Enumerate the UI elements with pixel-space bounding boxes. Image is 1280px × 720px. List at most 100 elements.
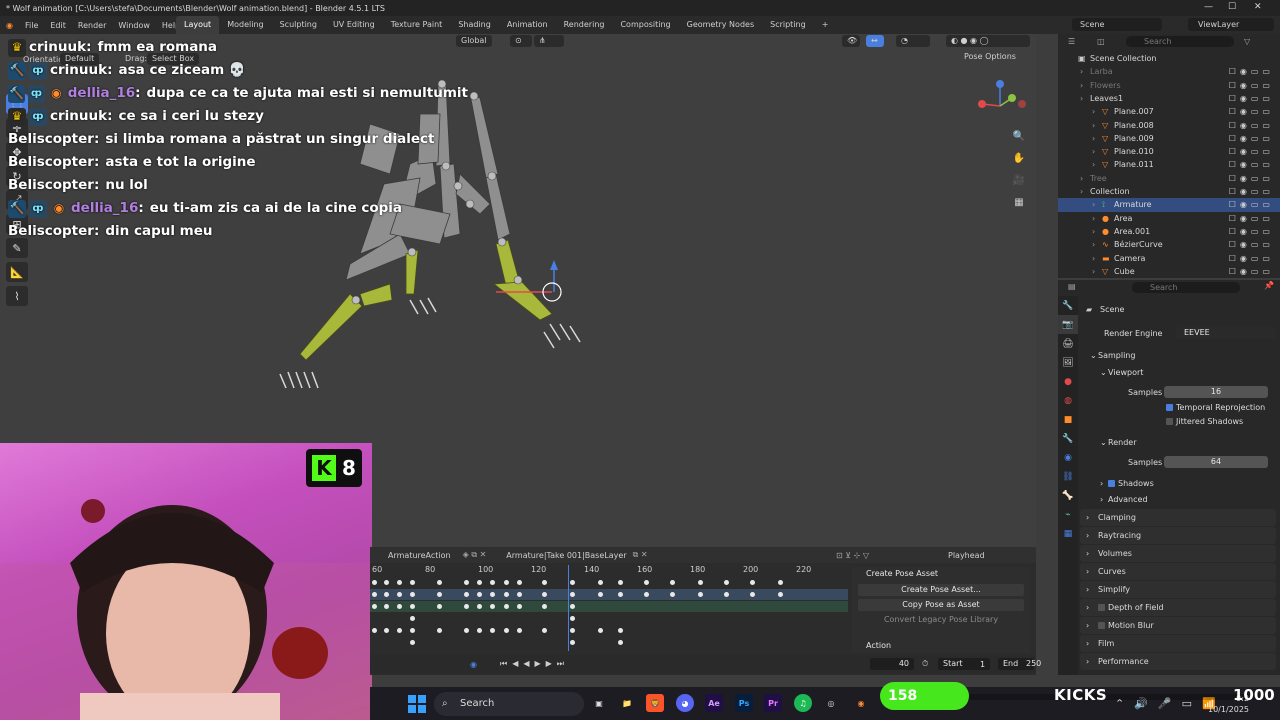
- keyframe[interactable]: [570, 640, 575, 645]
- properties-editor[interactable]: ▤ Search 📌 🔧 📷 🖨 🖼 ● ◍ ■ 🔧 ◉ ⛓ 🦴 ⌁ ▦ ▰ S…: [1058, 280, 1280, 675]
- keyframe[interactable]: [410, 628, 415, 633]
- task-view-icon[interactable]: ▣: [590, 694, 608, 712]
- outliner-row[interactable]: › ▽ Plane.007 ☐◉▭▭: [1058, 105, 1280, 118]
- playhead-line[interactable]: [568, 565, 569, 651]
- pivot-icon[interactable]: ⊙: [510, 35, 532, 47]
- navigation-gizmo[interactable]: [972, 74, 1028, 130]
- keyframe-channels[interactable]: [370, 577, 850, 660]
- camera-view-icon[interactable]: 🎥: [1010, 172, 1028, 188]
- brave-browser-icon[interactable]: 🦁: [646, 694, 664, 712]
- advanced-chevron-icon[interactable]: ›: [1100, 495, 1103, 504]
- start-value[interactable]: 1: [980, 660, 985, 669]
- keyframe[interactable]: [598, 592, 603, 597]
- visibility-toggles-icon[interactable]: ☐◉▭▭: [1229, 265, 1274, 278]
- chat-username[interactable]: Beliscopter: [8, 151, 94, 174]
- tab-texture-paint[interactable]: Texture Paint: [383, 16, 451, 34]
- blender-taskbar-icon[interactable]: ◉: [852, 694, 870, 712]
- outliner-search[interactable]: Search: [1126, 36, 1234, 47]
- keyframe[interactable]: [397, 628, 402, 633]
- pose-options-button[interactable]: Pose Options: [964, 52, 1016, 61]
- gizmo-toggle-icon[interactable]: ↔: [866, 35, 884, 47]
- chat-username[interactable]: Beliscopter: [8, 128, 94, 151]
- keyframe-channel[interactable]: [370, 625, 848, 636]
- world-tab-icon[interactable]: ◍: [1058, 391, 1078, 410]
- visibility-icon[interactable]: 👁: [842, 35, 860, 47]
- keyframe[interactable]: [618, 640, 623, 645]
- photoshop-icon[interactable]: Ps: [735, 694, 753, 712]
- file-explorer-icon[interactable]: 📁: [618, 694, 636, 712]
- keyframe[interactable]: [464, 592, 469, 597]
- expand-chevron-icon[interactable]: ›: [1080, 92, 1083, 105]
- modifiers-tab-icon[interactable]: 🔧: [1058, 429, 1078, 448]
- keyframe[interactable]: [490, 592, 495, 597]
- x-axis-icon[interactable]: [978, 100, 986, 108]
- outliner-row[interactable]: › ▽ Cube ☐◉▭▭: [1058, 265, 1280, 278]
- spotify-icon[interactable]: ♫: [794, 694, 812, 712]
- keyframe[interactable]: [504, 592, 509, 597]
- layer-close-icon[interactable]: ⧉ ✕: [633, 550, 648, 560]
- outliner-row[interactable]: › ▽ Plane.011 ☐◉▭▭: [1058, 158, 1280, 171]
- data-tab-icon[interactable]: 🦴: [1058, 486, 1078, 505]
- expand-chevron-icon[interactable]: ›: [1092, 198, 1095, 211]
- outliner-row[interactable]: › ▽ Plane.008 ☐◉▭▭: [1058, 119, 1280, 132]
- section-checkbox-icon[interactable]: [1098, 604, 1105, 611]
- keyframe-channel[interactable]: [370, 577, 848, 588]
- expand-chevron-icon[interactable]: ›: [1092, 105, 1095, 118]
- blender-logo-icon[interactable]: ◉: [0, 21, 19, 30]
- action-shield-icon[interactable]: ◈ ⧉ ✕: [463, 550, 487, 560]
- expand-chevron-icon[interactable]: ›: [1080, 79, 1083, 92]
- keyframe[interactable]: [410, 580, 415, 585]
- tab-geometry-nodes[interactable]: Geometry Nodes: [679, 16, 762, 34]
- zoom-icon[interactable]: 🔍: [1010, 128, 1028, 144]
- keyframe[interactable]: [504, 580, 509, 585]
- discord-icon[interactable]: ◕: [676, 694, 694, 712]
- keyframe[interactable]: [698, 592, 703, 597]
- add-workspace-icon[interactable]: +: [814, 16, 837, 34]
- tab-sculpting[interactable]: Sculpting: [272, 16, 325, 34]
- menu-render[interactable]: Render: [72, 21, 112, 30]
- keyframe[interactable]: [504, 604, 509, 609]
- expand-chevron-icon[interactable]: ›: [1092, 145, 1095, 158]
- keyframe[interactable]: [410, 616, 415, 621]
- keyframe[interactable]: [542, 604, 547, 609]
- keyframe[interactable]: [778, 592, 783, 597]
- keyframe[interactable]: [477, 604, 482, 609]
- section-checkbox-icon[interactable]: [1098, 622, 1105, 629]
- keyframe[interactable]: [570, 616, 575, 621]
- keyframe[interactable]: [490, 604, 495, 609]
- chat-username[interactable]: Beliscopter: [8, 220, 94, 243]
- render-samples-field[interactable]: 64: [1164, 456, 1268, 468]
- viewport-subheader[interactable]: Viewport: [1108, 368, 1143, 377]
- tool-tab-icon[interactable]: 🔧: [1058, 296, 1078, 315]
- visibility-toggles-icon[interactable]: ☐◉▭▭: [1229, 158, 1274, 171]
- view-layer-selector[interactable]: ViewLayer: [1188, 18, 1274, 31]
- keyframe[interactable]: [384, 604, 389, 609]
- jittered-shadows-checkbox[interactable]: Jittered Shadows: [1166, 417, 1243, 426]
- keyframe[interactable]: [464, 580, 469, 585]
- render-engine-select[interactable]: EEVEE: [1176, 327, 1276, 339]
- expand-chevron-icon[interactable]: ›: [1092, 225, 1095, 238]
- convert-legacy-pose-button[interactable]: Convert Legacy Pose Library: [858, 614, 1024, 626]
- expand-chevron-icon[interactable]: ›: [1092, 252, 1095, 265]
- keyframe[interactable]: [372, 580, 377, 585]
- keyframe[interactable]: [570, 592, 575, 597]
- keyframe[interactable]: [384, 628, 389, 633]
- keyframe[interactable]: [517, 628, 522, 633]
- panel-section[interactable]: › Simplify: [1080, 581, 1276, 598]
- chat-username[interactable]: crinuuk: [50, 105, 107, 128]
- output-tab-icon[interactable]: 🖨: [1058, 334, 1078, 353]
- visibility-toggles-icon[interactable]: ☐◉▭▭: [1229, 92, 1274, 105]
- measure-tool-icon[interactable]: 📐: [6, 262, 28, 282]
- record-icon[interactable]: ◉: [470, 660, 477, 669]
- physics-tab-icon[interactable]: ◉: [1058, 448, 1078, 467]
- perspective-grid-icon[interactable]: ▦: [1010, 194, 1028, 210]
- filter-icons[interactable]: ⊡ ⊻ ⊹ ▽: [836, 551, 869, 560]
- menu-window[interactable]: Window: [112, 21, 156, 30]
- panel-section[interactable]: › Depth of Field: [1080, 599, 1276, 616]
- keyframe[interactable]: [464, 628, 469, 633]
- panel-section[interactable]: › Volumes: [1080, 545, 1276, 562]
- tab-compositing[interactable]: Compositing: [612, 16, 678, 34]
- keyframe-channel[interactable]: [370, 613, 848, 624]
- outliner-row[interactable]: › Collection ☐◉▭▭: [1058, 185, 1280, 198]
- playback-controls-icon[interactable]: ⏮◀◀▶▶⏭: [500, 659, 569, 669]
